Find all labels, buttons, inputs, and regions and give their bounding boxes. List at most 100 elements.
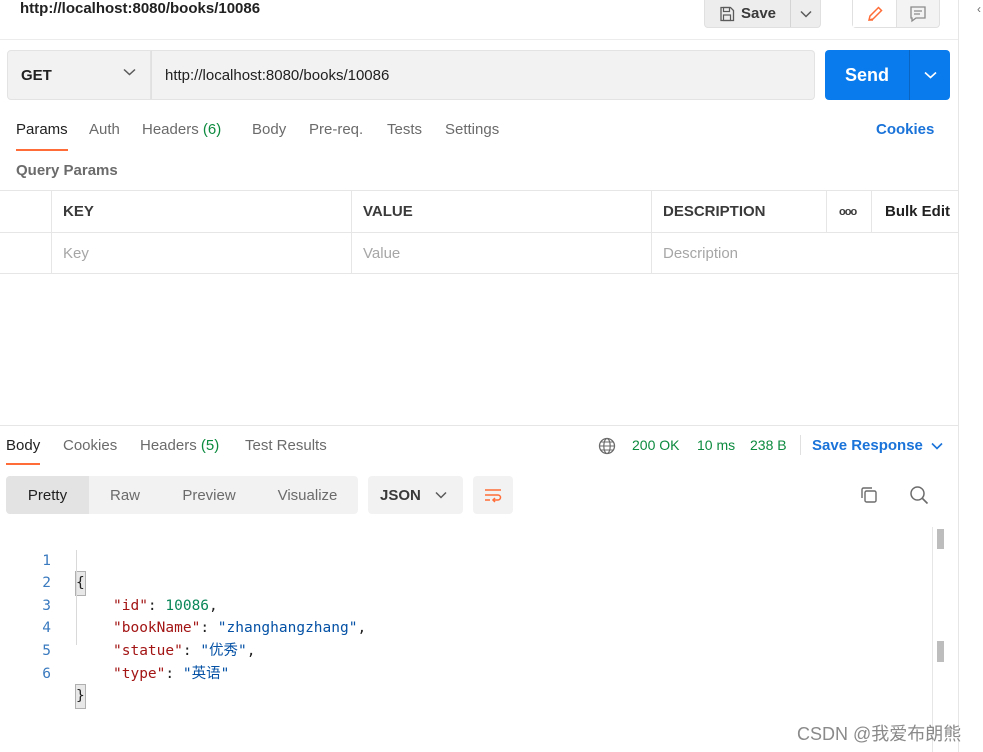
pencil-icon xyxy=(867,5,883,21)
key-input[interactable]: Key xyxy=(51,233,351,273)
save-label: Save xyxy=(740,5,777,22)
language-value: JSON xyxy=(380,486,421,504)
tab-label: Test Results xyxy=(245,437,327,454)
tab-label: Body xyxy=(252,121,287,138)
code-text: { xyxy=(75,571,86,596)
divider xyxy=(0,39,958,40)
response-tab-test-results[interactable]: Test Results xyxy=(245,437,327,465)
tab-params[interactable]: Params xyxy=(16,121,68,151)
tab-label: Headers xyxy=(142,121,199,138)
code-line: 5 "type": "英语" xyxy=(0,617,229,682)
tab-headers[interactable]: Headers (6) xyxy=(142,121,221,151)
watermark: CSDN @我爱布朗熊 xyxy=(797,724,962,744)
json-value: "zhanghangzhang" xyxy=(217,620,358,637)
save-button[interactable]: Save xyxy=(705,0,791,27)
search-icon[interactable] xyxy=(908,484,930,506)
save-icon xyxy=(720,6,735,21)
status-code[interactable]: 200 OK xyxy=(632,437,679,453)
tab-count: (6) xyxy=(202,121,222,138)
code-line: 6 } xyxy=(0,640,86,709)
tab-label: Pre-req. xyxy=(309,121,364,138)
table-header-row: KEY VALUE DESCRIPTION ooo Bulk Edit xyxy=(0,190,958,233)
format-preview[interactable]: Preview xyxy=(161,476,257,514)
response-divider[interactable] xyxy=(0,425,958,426)
url-input[interactable] xyxy=(151,50,815,100)
copy-icon[interactable] xyxy=(858,484,880,506)
comment-icon xyxy=(910,5,926,22)
indent-guide xyxy=(76,550,77,645)
drag-handle-icon[interactable]: ⋮ xyxy=(978,58,983,72)
code-text: "type": "英语" xyxy=(113,665,230,682)
format-pretty[interactable]: Pretty xyxy=(6,476,89,514)
json-value: "英语" xyxy=(182,665,230,682)
tab-pre-request[interactable]: Pre-req. xyxy=(309,121,363,151)
tab-label: Headers xyxy=(140,437,197,454)
request-title: http://localhost:8080/books/10086 xyxy=(20,0,261,17)
bulk-edit-button[interactable]: Bulk Edit xyxy=(871,191,958,232)
code-line: 4 "statue": "优秀", xyxy=(0,595,255,659)
response-tab-body[interactable]: Body xyxy=(6,437,41,465)
code-line: 2 "id": 10086, xyxy=(0,550,218,614)
column-header-value: VALUE xyxy=(351,191,651,232)
cookies-link[interactable]: Cookies xyxy=(876,121,934,138)
send-dropdown-button[interactable] xyxy=(910,50,950,100)
chevron-down-icon xyxy=(931,442,943,450)
scrollbar-marker[interactable] xyxy=(937,641,944,662)
format-mode-group: Pretty Raw Preview Visualize xyxy=(6,476,358,514)
json-key: "bookName" xyxy=(113,620,201,637)
divider xyxy=(800,435,801,455)
format-visualize[interactable]: Visualize xyxy=(257,476,358,514)
response-time[interactable]: 10 ms xyxy=(697,437,735,453)
column-header-description: DESCRIPTION xyxy=(651,191,826,232)
json-key: "type" xyxy=(113,665,166,682)
tab-label: Tests xyxy=(387,121,423,138)
comments-button[interactable] xyxy=(897,0,939,27)
tab-label: Cookies xyxy=(63,437,118,454)
tab-label: Auth xyxy=(89,121,120,138)
code-text: } xyxy=(75,684,86,709)
save-response-button[interactable]: Save Response xyxy=(812,437,943,454)
save-response-label: Save Response xyxy=(812,437,923,454)
wrap-lines-icon xyxy=(485,489,502,503)
send-button-group: Send xyxy=(825,50,950,100)
tab-body[interactable]: Body xyxy=(252,121,286,151)
view-mode-toggle xyxy=(852,0,940,28)
send-button[interactable]: Send xyxy=(825,50,910,100)
language-select[interactable]: JSON xyxy=(368,476,463,514)
tab-settings[interactable]: Settings xyxy=(445,121,499,151)
code-text: "id": 10086, xyxy=(113,597,218,614)
save-button-group: Save xyxy=(704,0,821,28)
tab-label: Params xyxy=(16,121,68,138)
wrap-lines-button[interactable] xyxy=(473,476,513,514)
description-input[interactable]: Description xyxy=(651,233,958,273)
column-header-key: KEY xyxy=(51,191,351,232)
edit-mode-button[interactable] xyxy=(853,0,897,27)
line-number: 6 xyxy=(42,665,51,682)
code-text: "bookName": "zhanghangzhang", xyxy=(113,620,367,637)
chevron-down-icon xyxy=(799,10,812,18)
format-raw[interactable]: Raw xyxy=(89,476,161,514)
json-key: "id" xyxy=(113,597,148,614)
globe-icon[interactable] xyxy=(598,437,616,455)
chevron-down-icon xyxy=(123,68,136,76)
tab-auth[interactable]: Auth xyxy=(89,121,120,151)
value-input[interactable]: Value xyxy=(351,233,651,273)
response-tab-cookies[interactable]: Cookies xyxy=(63,437,117,465)
response-tab-headers[interactable]: Headers (5) xyxy=(140,437,219,465)
scrollbar-marker[interactable] xyxy=(937,529,944,549)
code-line: 3 "bookName": "zhanghangzhang", xyxy=(0,572,366,637)
tab-label: Body xyxy=(6,437,41,454)
response-size[interactable]: 238 B xyxy=(750,437,787,453)
table-row: Key Value Description xyxy=(0,233,958,274)
chevron-left-icon[interactable]: ‹ xyxy=(977,2,981,16)
tab-label: Settings xyxy=(445,121,500,138)
method-select[interactable]: GET xyxy=(7,50,151,100)
query-params-title: Query Params xyxy=(16,162,118,179)
scrollbar-track[interactable] xyxy=(932,527,933,752)
more-options-icon[interactable]: ooo xyxy=(826,191,871,232)
method-value: GET xyxy=(21,66,52,84)
json-key: "statue" xyxy=(113,642,183,659)
save-dropdown-button[interactable] xyxy=(791,0,820,27)
tab-tests[interactable]: Tests xyxy=(387,121,422,151)
code-line: 1 { xyxy=(0,527,86,596)
